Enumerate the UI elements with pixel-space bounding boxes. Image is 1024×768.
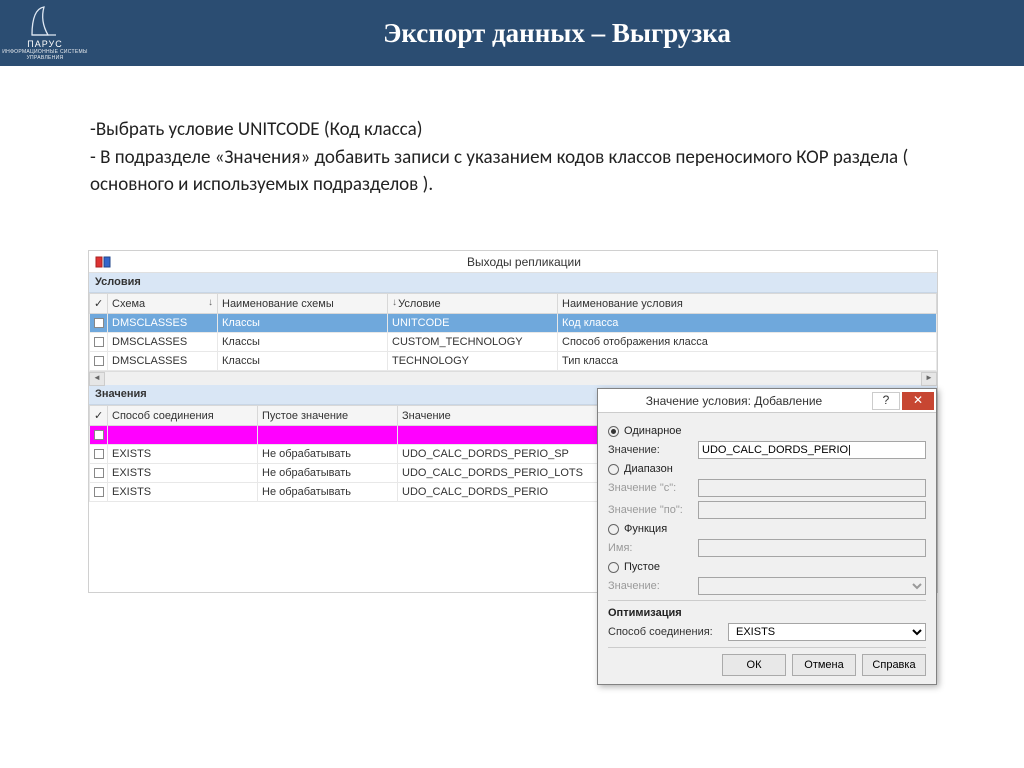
app-titlebar: Выходы репликации: [89, 251, 937, 273]
from-label: Значение "с":: [608, 482, 698, 494]
dialog-title: Значение условия: Добавление: [598, 394, 870, 408]
dialog-titlebar[interactable]: Значение условия: Добавление ? ✕: [598, 389, 936, 413]
col-check[interactable]: ✓: [90, 294, 108, 314]
checkbox[interactable]: [94, 337, 104, 347]
value-label: Значение:: [608, 444, 698, 456]
page-title: Экспорт данных – Выгрузка: [90, 18, 1024, 49]
bullet-1: -Выбрать условие UNITCODE (Код класса): [90, 116, 934, 144]
join-select[interactable]: EXISTS: [728, 623, 926, 641]
empty-value-label: Значение:: [608, 580, 698, 592]
radio-empty[interactable]: [608, 562, 619, 573]
bullet-text: -Выбрать условие UNITCODE (Код класса) -…: [0, 66, 1024, 199]
radio-function[interactable]: [608, 524, 619, 535]
app-window-title: Выходы репликации: [111, 255, 937, 269]
table-header-row: ✓ Схема↓ Наименование схемы ↓ Условие На…: [90, 294, 937, 314]
radio-function-row[interactable]: Функция: [608, 523, 926, 535]
col-condition-name[interactable]: Наименование условия: [558, 294, 937, 314]
slide-header: ПАРУС ИНФОРМАЦИОННЫЕ СИСТЕМЫ УПРАВЛЕНИЯ …: [0, 0, 1024, 66]
checkbox[interactable]: [94, 356, 104, 366]
col-scheme[interactable]: Схема↓: [108, 294, 218, 314]
bullet-2: - В подразделе «Значения» добавить запис…: [90, 144, 934, 199]
checkbox[interactable]: [94, 468, 104, 478]
to-label: Значение "по":: [608, 504, 698, 516]
h-scrollbar[interactable]: ◄ ►: [89, 371, 937, 385]
logo: ПАРУС ИНФОРМАЦИОННЫЕ СИСТЕМЫ УПРАВЛЕНИЯ: [0, 0, 90, 66]
col-empty[interactable]: Пустое значение: [258, 406, 398, 426]
section-header-conditions: Условия: [89, 273, 937, 293]
radio-range-row[interactable]: Диапазон: [608, 463, 926, 475]
checkbox[interactable]: [94, 430, 104, 440]
ok-button[interactable]: ОК: [722, 654, 786, 676]
checkbox[interactable]: [94, 487, 104, 497]
table-row[interactable]: DMSCLASSESКлассыUNITCODEКод класса: [90, 314, 937, 333]
logo-icon: [28, 5, 62, 37]
radio-single[interactable]: [608, 426, 619, 437]
empty-value-select[interactable]: [698, 577, 926, 595]
value-input[interactable]: [698, 441, 926, 459]
checkbox[interactable]: [94, 449, 104, 459]
name-label: Имя:: [608, 542, 698, 554]
optimization-heading: Оптимизация: [608, 607, 926, 619]
col-scheme-name[interactable]: Наименование схемы: [218, 294, 388, 314]
table-row[interactable]: DMSCLASSESКлассыCUSTOM_TECHNOLOGYСпособ …: [90, 333, 937, 352]
conditions-table: ✓ Схема↓ Наименование схемы ↓ Условие На…: [89, 293, 937, 371]
col-join[interactable]: Способ соединения: [108, 406, 258, 426]
app-icon: [95, 256, 111, 268]
table-row[interactable]: DMSCLASSESКлассыTECHNOLOGYТип класса: [90, 352, 937, 371]
help-button[interactable]: Справка: [862, 654, 926, 676]
checkbox[interactable]: [94, 318, 104, 328]
logo-text: ПАРУС: [27, 39, 63, 49]
logo-subtext: ИНФОРМАЦИОННЫЕ СИСТЕМЫ УПРАВЛЕНИЯ: [0, 49, 90, 61]
radio-empty-row[interactable]: Пустое: [608, 561, 926, 573]
scroll-left-icon[interactable]: ◄: [89, 372, 105, 386]
scroll-right-icon[interactable]: ►: [921, 372, 937, 386]
dialog-add-condition-value: Значение условия: Добавление ? ✕ Одинарн…: [597, 388, 937, 685]
from-input[interactable]: [698, 479, 926, 497]
radio-single-row[interactable]: Одинарное: [608, 425, 926, 437]
radio-range[interactable]: [608, 464, 619, 475]
col-condition[interactable]: ↓ Условие: [388, 294, 558, 314]
join-label: Способ соединения:: [608, 626, 728, 638]
close-icon[interactable]: ✕: [902, 392, 934, 410]
to-input[interactable]: [698, 501, 926, 519]
col-check[interactable]: ✓: [90, 406, 108, 426]
name-input[interactable]: [698, 539, 926, 557]
help-button[interactable]: ?: [872, 392, 900, 410]
cancel-button[interactable]: Отмена: [792, 654, 856, 676]
